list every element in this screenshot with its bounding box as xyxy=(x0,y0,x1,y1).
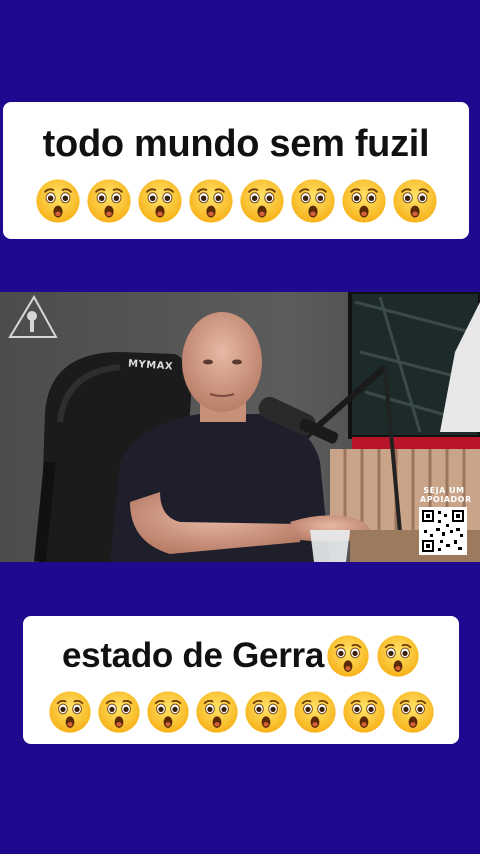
bottom-emoji-row xyxy=(23,690,459,734)
astonished-face-icon xyxy=(376,634,420,678)
bottom-caption-line1: estado de Gerra xyxy=(23,616,459,680)
astonished-face-icon xyxy=(326,634,370,678)
astonished-face-icon xyxy=(293,690,337,734)
top-caption-box: todo mundo sem fuzil xyxy=(3,102,469,239)
top-emoji-row xyxy=(3,178,469,224)
qr-label-line1: SEJA UM xyxy=(423,486,465,495)
astonished-face-icon xyxy=(239,178,285,224)
astonished-face-icon xyxy=(244,690,288,734)
top-caption-text: todo mundo sem fuzil xyxy=(42,123,430,165)
astonished-face-icon xyxy=(391,690,435,734)
astonished-face-icon xyxy=(35,178,81,224)
astonished-face-icon xyxy=(97,690,141,734)
qr-label-line2: APOIADOR xyxy=(420,495,472,504)
astonished-face-icon xyxy=(48,690,92,734)
astonished-face-icon xyxy=(195,690,239,734)
podcast-video-frame xyxy=(0,292,480,562)
astonished-face-icon xyxy=(341,178,387,224)
astonished-face-icon xyxy=(290,178,336,224)
bottom-caption-box: estado de Gerra xyxy=(23,616,459,744)
astonished-face-icon xyxy=(392,178,438,224)
astonished-face-icon xyxy=(146,690,190,734)
qr-label: SEJA UM APOIADOR xyxy=(420,486,472,504)
astonished-face-icon xyxy=(137,178,183,224)
astonished-face-icon xyxy=(342,690,386,734)
qr-code-icon xyxy=(419,507,467,555)
astonished-face-icon xyxy=(86,178,132,224)
video-player[interactable]: MYMAX SEJA UM APOIADOR xyxy=(0,292,480,562)
astonished-face-icon xyxy=(188,178,234,224)
bottom-caption-text: estado de Gerra xyxy=(62,636,324,675)
